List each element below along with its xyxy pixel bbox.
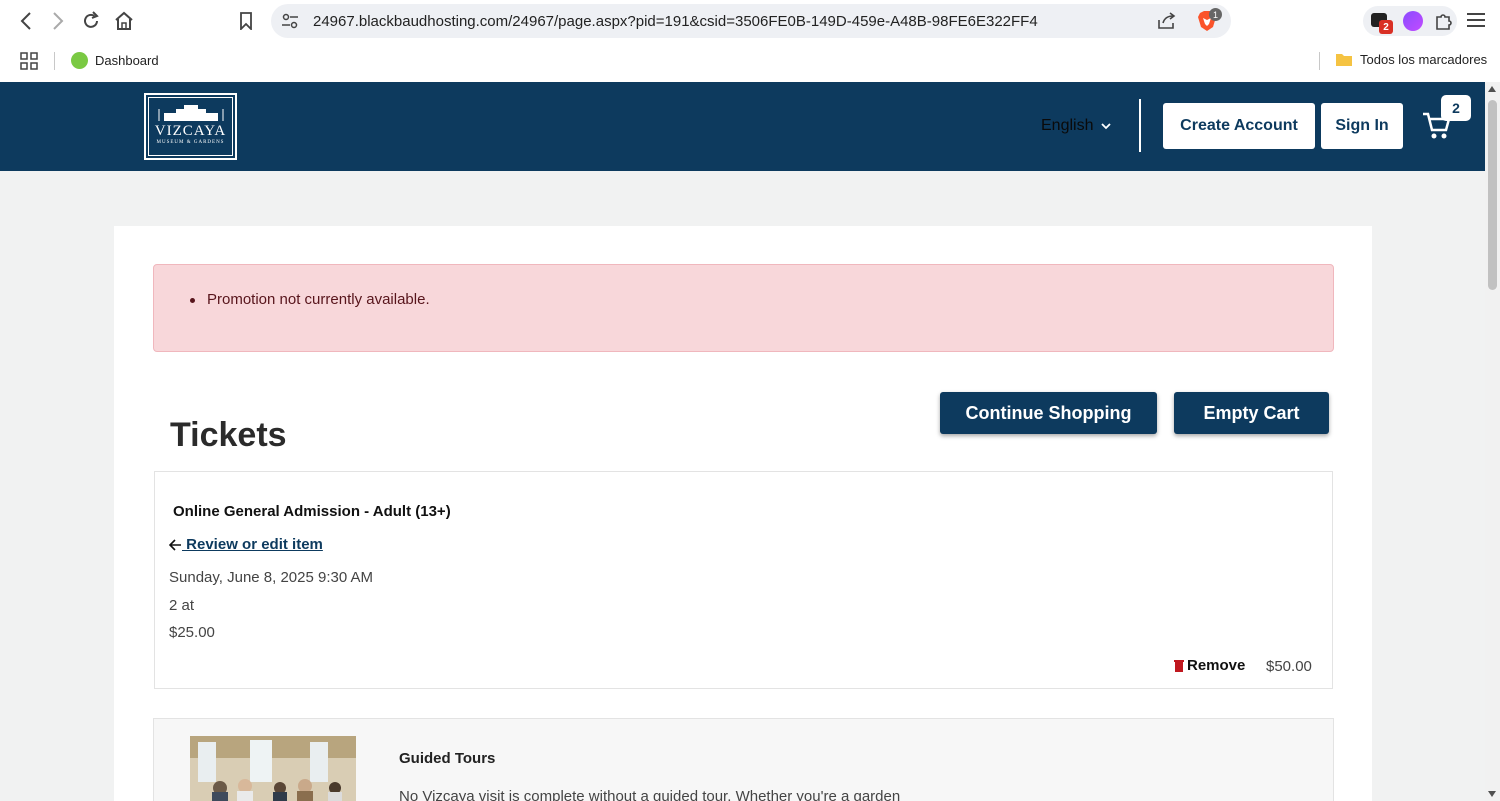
scroll-down-icon[interactable] [1488, 791, 1496, 797]
language-selector[interactable]: English [1041, 117, 1112, 135]
bookmark-dashboard[interactable]: Dashboard [71, 52, 159, 69]
page-title: Tickets [170, 416, 287, 454]
alert-bullet [190, 298, 195, 303]
language-label: English [1041, 117, 1094, 134]
url-text[interactable]: 24967.blackbaudhosting.com/24967/page.as… [313, 13, 1038, 30]
cart-item: Online General Admission - Adult (13+) R… [154, 471, 1333, 689]
vizcaya-logo[interactable]: VIZCAYA MUSEUM & GARDENS [144, 93, 237, 160]
address-bar[interactable]: 24967.blackbaudhosting.com/24967/page.as… [271, 4, 1231, 38]
site-header: VIZCAYA MUSEUM & GARDENS English Create … [0, 82, 1485, 171]
trash-icon [1174, 660, 1184, 672]
guided-tours-upsell: Guided Tours No Vizcaya visit is complet… [153, 718, 1334, 801]
bookmark-all-bookmarks[interactable]: Todos los marcadores [1335, 52, 1487, 67]
back-icon[interactable] [14, 9, 38, 33]
page-scrollbar[interactable] [1485, 82, 1500, 801]
brave-badge: 1 [1209, 8, 1222, 21]
item-name: Online General Admission - Adult (13+) [173, 503, 451, 520]
puzzle-icon[interactable] [1433, 11, 1453, 36]
alert-message: Promotion not currently available. [207, 291, 430, 308]
upsell-title: Guided Tours [399, 750, 496, 767]
scroll-up-icon[interactable] [1488, 86, 1496, 92]
share-icon[interactable] [1157, 12, 1177, 30]
extensions-area: 2 [1363, 6, 1457, 36]
cart-count-badge: 2 [1441, 95, 1471, 121]
browser-toolbar: 24967.blackbaudhosting.com/24967/page.as… [0, 0, 1500, 42]
create-account-button[interactable]: Create Account [1163, 103, 1315, 149]
folder-icon [1336, 54, 1352, 66]
forward-icon[interactable] [46, 9, 70, 33]
bookmark-all-label: Todos los marcadores [1360, 52, 1488, 67]
cart-card: Promotion not currently available. Ticke… [114, 226, 1372, 801]
promotion-alert: Promotion not currently available. [153, 264, 1334, 352]
menu-icon[interactable] [1466, 11, 1486, 34]
bookmark-dashboard-label: Dashboard [95, 53, 159, 68]
bookmark-separator [54, 52, 55, 70]
empty-cart-button[interactable]: Empty Cart [1174, 392, 1329, 434]
browser-chrome: 24967.blackbaudhosting.com/24967/page.as… [0, 0, 1500, 82]
review-edit-label: Review or edit item [182, 536, 323, 553]
brave-shield-icon[interactable]: 1 [1197, 8, 1222, 32]
leo-ai-icon[interactable] [1403, 11, 1423, 31]
continue-shopping-button[interactable]: Continue Shopping [940, 392, 1157, 434]
home-icon[interactable] [112, 9, 136, 33]
guided-tour-photo[interactable] [190, 736, 356, 801]
villa-icon [158, 105, 224, 121]
dashboard-favicon-icon [71, 52, 88, 69]
apps-grid-icon[interactable] [20, 52, 38, 70]
item-quantity: 2 at [169, 597, 195, 614]
extension-badge: 2 [1379, 20, 1393, 34]
item-unit-price: $25.00 [169, 624, 215, 641]
item-line-total: $50.00 [1266, 658, 1312, 675]
bookmark-separator [1319, 52, 1320, 70]
bookmarks-bar: Dashboard Todos los marcadores [0, 42, 1500, 80]
sign-in-button[interactable]: Sign In [1321, 103, 1403, 149]
header-divider [1139, 99, 1141, 152]
item-date: Sunday, June 8, 2025 9:30 AM [169, 569, 374, 586]
chevron-down-icon [1101, 122, 1112, 129]
scroll-thumb[interactable] [1488, 100, 1497, 290]
upsell-description: No Vizcaya visit is complete without a g… [399, 788, 901, 801]
remove-label: Remove [1187, 657, 1246, 674]
site-settings-icon[interactable] [281, 13, 299, 29]
bookmark-icon[interactable] [234, 9, 258, 33]
review-edit-link[interactable]: Review or edit item [169, 536, 323, 553]
remove-item-button[interactable]: Remove [1174, 657, 1245, 674]
reload-icon[interactable] [79, 9, 103, 33]
arrow-left-icon [169, 538, 181, 551]
